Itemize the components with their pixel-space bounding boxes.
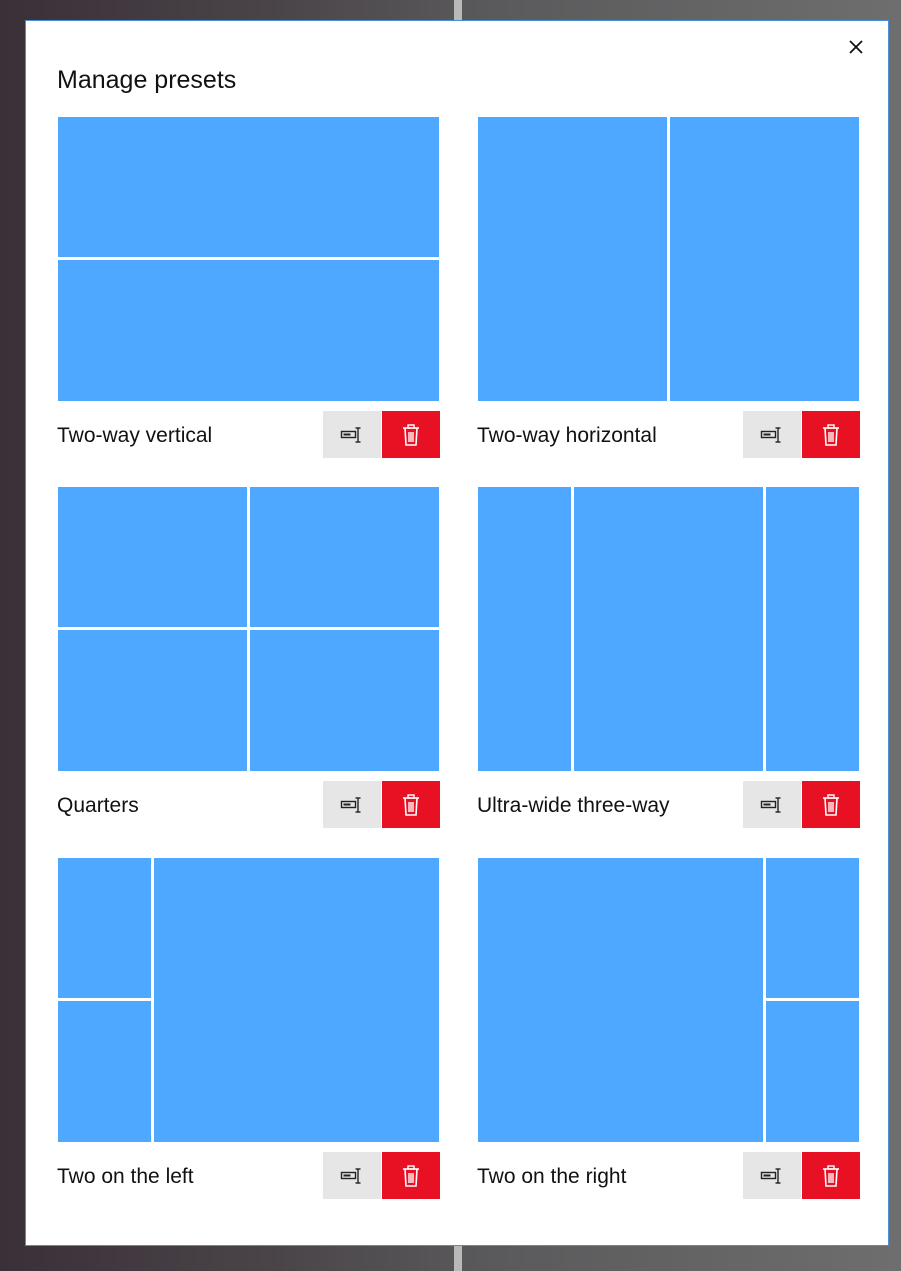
preset-zone: [58, 858, 151, 998]
preset-zone: [250, 630, 439, 771]
preset-label: Ultra-wide three-way: [477, 794, 670, 817]
preset-zone: [574, 487, 763, 771]
preset-label: Two-way horizontal: [477, 424, 657, 447]
rename-button[interactable]: [323, 781, 381, 828]
preset-card: Two on the left: [57, 857, 440, 1199]
preset-zone: [58, 1001, 151, 1142]
preset-preview[interactable]: [57, 857, 440, 1143]
close-icon: [849, 40, 863, 54]
rename-button[interactable]: [743, 1152, 801, 1199]
trash-icon: [403, 1164, 419, 1187]
dialog-title: Manage presets: [57, 66, 237, 94]
preset-zone: [250, 487, 439, 627]
preset-card: Two on the right: [477, 857, 860, 1199]
preset-card: Quarters: [57, 486, 440, 828]
trash-icon: [823, 793, 839, 816]
preset-label: Two-way vertical: [57, 424, 213, 447]
preset-preview[interactable]: [477, 486, 860, 772]
delete-button[interactable]: [802, 781, 860, 828]
delete-button[interactable]: [382, 781, 440, 828]
delete-button[interactable]: [802, 1152, 860, 1199]
rename-icon: [760, 1167, 781, 1184]
rename-icon: [760, 426, 781, 443]
rename-icon: [340, 796, 361, 813]
preset-zone: [58, 630, 247, 771]
preset-label: Quarters: [57, 794, 139, 817]
preset-zone: [670, 117, 859, 401]
preset-preview[interactable]: [57, 486, 440, 772]
preset-zone: [154, 858, 439, 1142]
trash-icon: [403, 793, 419, 816]
rename-icon: [340, 1167, 361, 1184]
preset-card: Ultra-wide three-way: [477, 486, 860, 828]
preset-zone: [478, 858, 763, 1142]
preset-zone: [58, 260, 439, 401]
trash-icon: [403, 423, 419, 446]
preset-zone: [478, 117, 667, 401]
rename-button[interactable]: [323, 411, 381, 458]
preset-zone: [766, 487, 859, 771]
preset-preview[interactable]: [477, 857, 860, 1143]
trash-icon: [823, 1164, 839, 1187]
preset-zone: [58, 487, 247, 627]
rename-button[interactable]: [743, 411, 801, 458]
delete-button[interactable]: [802, 411, 860, 458]
preset-label: Two on the left: [57, 1165, 194, 1188]
preset-card: Two-way horizontal: [477, 116, 860, 458]
preset-preview[interactable]: [477, 116, 860, 402]
trash-icon: [823, 423, 839, 446]
preset-card: Two-way vertical: [57, 116, 440, 458]
preset-zone: [478, 487, 571, 771]
preset-zone: [58, 117, 439, 257]
delete-button[interactable]: [382, 411, 440, 458]
manage-presets-dialog: Manage presets Two-way vertical Two-way …: [25, 20, 889, 1246]
preset-preview[interactable]: [57, 116, 440, 402]
rename-button[interactable]: [743, 781, 801, 828]
rename-icon: [760, 796, 781, 813]
preset-label: Two on the right: [477, 1165, 627, 1188]
preset-zone: [766, 1001, 859, 1142]
delete-button[interactable]: [382, 1152, 440, 1199]
close-button[interactable]: [842, 33, 870, 61]
preset-zone: [766, 858, 859, 998]
rename-button[interactable]: [323, 1152, 381, 1199]
rename-icon: [340, 426, 361, 443]
